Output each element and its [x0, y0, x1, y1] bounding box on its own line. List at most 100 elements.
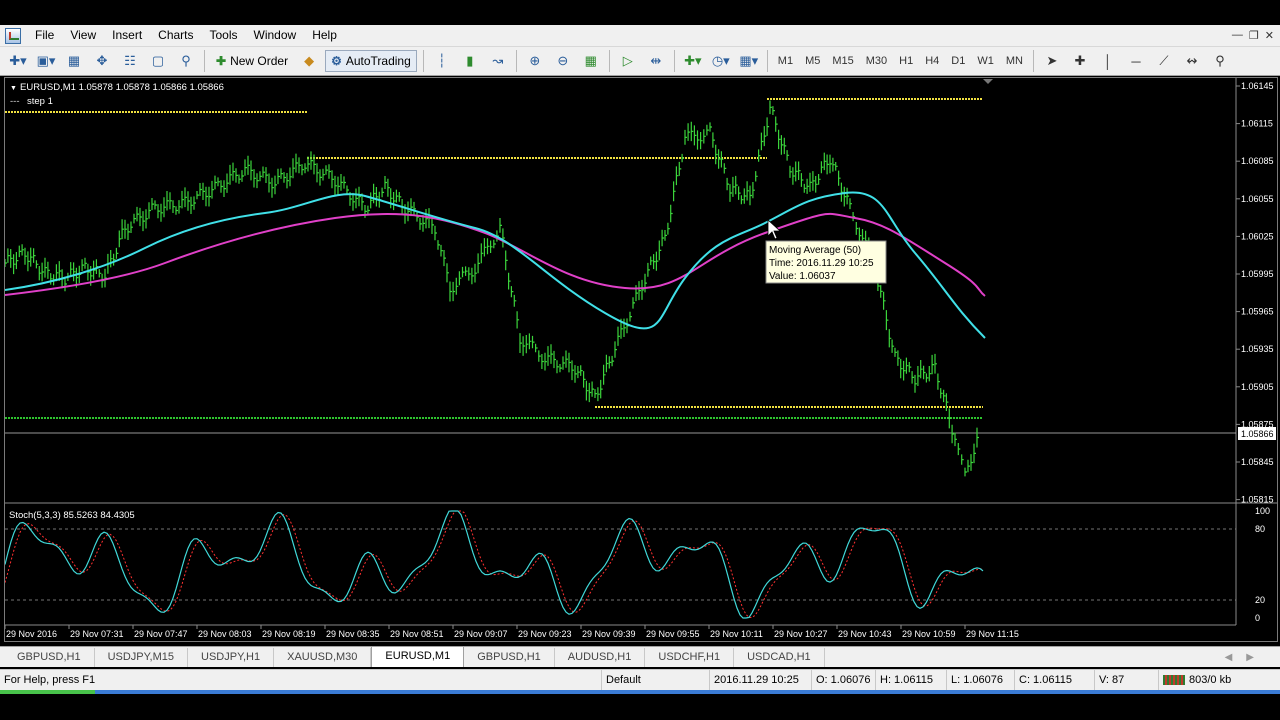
- status-help: For Help, press F1: [0, 669, 602, 691]
- autotrading-button[interactable]: ⚙ AutoTrading: [325, 50, 417, 72]
- menu-file[interactable]: File: [27, 25, 62, 46]
- timeframe-w1[interactable]: W1: [971, 50, 1000, 72]
- price-label: 1.05995: [1241, 269, 1274, 279]
- time-label: 29 Nov 10:43: [838, 629, 892, 639]
- tab-gbpusd-h1[interactable]: GBPUSD,H1: [4, 648, 95, 667]
- search-icon[interactable]: ⚲: [1208, 50, 1232, 72]
- tab-usdjpy-h1[interactable]: USDJPY,H1: [188, 648, 275, 667]
- zoom-out-icon[interactable]: ⊖: [551, 50, 575, 72]
- strategy-tester-icon[interactable]: ⚲: [174, 50, 198, 72]
- vertical-line-icon[interactable]: │: [1096, 50, 1120, 72]
- terminal-icon[interactable]: ▢: [146, 50, 170, 72]
- crosshair-icon[interactable]: ✚: [1068, 50, 1092, 72]
- market-watch-icon[interactable]: ▦: [62, 50, 86, 72]
- horizontal-line-icon[interactable]: ─: [1124, 50, 1148, 72]
- taskbar-highlight: [0, 690, 95, 694]
- cursor-icon[interactable]: ➤: [1040, 50, 1064, 72]
- stoch-level-label: 0: [1255, 613, 1260, 623]
- periods-icon[interactable]: ◷▾: [709, 50, 733, 72]
- trendline-icon[interactable]: ⟋: [1152, 50, 1176, 72]
- time-label: 29 Nov 10:27: [774, 629, 828, 639]
- candlestick-icon[interactable]: ▮: [458, 50, 482, 72]
- tab-gbpusd-h1-2[interactable]: GBPUSD,H1: [464, 648, 555, 667]
- time-label: 29 Nov 11:15: [966, 629, 1019, 639]
- zoom-in-icon[interactable]: ⊕: [523, 50, 547, 72]
- auto-scroll-icon[interactable]: ▷: [616, 50, 640, 72]
- profiles-icon[interactable]: ▣▾: [34, 50, 58, 72]
- stoch-level-label: 100: [1255, 506, 1270, 516]
- timeframe-m15[interactable]: M15: [826, 50, 859, 72]
- menu-help[interactable]: Help: [304, 25, 345, 46]
- toolbar-separator: [422, 50, 424, 72]
- price-label: 1.06115: [1241, 119, 1273, 129]
- price-label: 1.05815: [1241, 495, 1274, 505]
- ma-tooltip: Moving Average (50) Time: 2016.11.29 10:…: [765, 240, 887, 284]
- time-label: 29 Nov 07:31: [70, 629, 124, 639]
- status-high: H: 1.06115: [876, 669, 947, 691]
- stoch-header: Stoch(5,3,3) 85.5263 84.4305: [9, 510, 135, 521]
- toolbar-separator: [1032, 50, 1034, 72]
- chart-shift-icon[interactable]: ⇹: [644, 50, 668, 72]
- price-label: 1.05845: [1241, 457, 1274, 467]
- current-price-label: 1.05866: [1241, 429, 1274, 439]
- tooltip-time: Time: 2016.11.29 10:25: [769, 258, 874, 269]
- menu-charts[interactable]: Charts: [150, 25, 201, 46]
- navigator-icon[interactable]: ✥: [90, 50, 114, 72]
- timeframe-m1[interactable]: M1: [772, 50, 799, 72]
- status-low: L: 1.06076: [947, 669, 1015, 691]
- time-label: 29 Nov 09:55: [646, 629, 700, 639]
- tab-audusd-h1[interactable]: AUDUSD,H1: [555, 648, 646, 667]
- status-time: 2016.11.29 10:25: [710, 669, 812, 691]
- timeframe-h1[interactable]: H1: [893, 50, 919, 72]
- minimize-icon[interactable]: —: [1232, 29, 1243, 42]
- time-label: 29 Nov 09:23: [518, 629, 572, 639]
- tab-scroll-arrows-icon[interactable]: ◀▶: [1225, 648, 1280, 667]
- tile-windows-icon[interactable]: ▦: [579, 50, 603, 72]
- price-label: 1.05905: [1241, 382, 1274, 392]
- autotrading-label: AutoTrading: [345, 54, 411, 68]
- menu-window[interactable]: Window: [246, 25, 305, 46]
- timeframe-h4[interactable]: H4: [919, 50, 945, 72]
- tooltip-title: Moving Average (50): [769, 245, 861, 256]
- status-profile: Default: [602, 669, 710, 691]
- tab-usdchf-h1[interactable]: USDCHF,H1: [645, 648, 735, 667]
- templates-icon[interactable]: ▦▾: [737, 50, 761, 72]
- menu-view[interactable]: View: [62, 25, 104, 46]
- restore-icon[interactable]: ❐: [1249, 29, 1259, 42]
- timeframe-m30[interactable]: M30: [860, 50, 893, 72]
- status-traffic: 803/0 kb: [1159, 670, 1235, 691]
- new-order-button[interactable]: ✚ New Order: [211, 50, 293, 72]
- menu-insert[interactable]: Insert: [104, 25, 150, 46]
- tab-xauusd-m30[interactable]: XAUUSD,M30: [274, 648, 372, 667]
- price-label: 1.05935: [1241, 344, 1274, 354]
- timeframe-m5[interactable]: M5: [799, 50, 826, 72]
- bar-chart-icon[interactable]: ┆: [430, 50, 454, 72]
- chart-collapse-icon[interactable]: ▼: [10, 85, 17, 92]
- line-chart-icon[interactable]: ↝: [486, 50, 510, 72]
- status-traffic-label: 803/0 kb: [1189, 673, 1232, 686]
- price-label: 1.06025: [1241, 231, 1274, 241]
- menu-tools[interactable]: Tools: [202, 25, 246, 46]
- time-label: 29 Nov 10:11: [710, 629, 763, 639]
- status-volume: V: 87: [1095, 669, 1159, 691]
- connection-icon: [1163, 674, 1185, 685]
- menu-bar: File View Insert Charts Tools Window Hel…: [0, 25, 1280, 46]
- tab-usdcad-h1[interactable]: USDCAD,H1: [734, 648, 825, 667]
- tab-usdjpy-m15[interactable]: USDJPY,M15: [95, 648, 189, 667]
- tab-eurusd-m1[interactable]: EURUSD,M1: [371, 646, 465, 667]
- fibonacci-icon[interactable]: ↭: [1180, 50, 1204, 72]
- chart-canvas[interactable]: 1.06145 1.06115 1.06085 1.06055 1.06025 1.059…: [5, 78, 1277, 641]
- chart-window[interactable]: 1.06145 1.06115 1.06085 1.06055 1.06025 1.059…: [4, 77, 1278, 642]
- metaeditor-icon[interactable]: ◆: [297, 50, 321, 72]
- close-icon[interactable]: ✕: [1265, 29, 1274, 42]
- timeframe-d1[interactable]: D1: [945, 50, 971, 72]
- indicators-icon[interactable]: ✚▾: [681, 50, 705, 72]
- price-label: 1.06085: [1241, 156, 1274, 166]
- timeframe-mn[interactable]: MN: [1000, 50, 1029, 72]
- stoch-level-label: 80: [1255, 524, 1265, 534]
- new-order-label: New Order: [230, 54, 289, 68]
- data-window-icon[interactable]: ☷: [118, 50, 142, 72]
- status-bar: For Help, press F1 Default 2016.11.29 10…: [0, 669, 1280, 691]
- new-chart-icon[interactable]: ✚▾: [6, 50, 30, 72]
- taskbar: [0, 690, 1280, 720]
